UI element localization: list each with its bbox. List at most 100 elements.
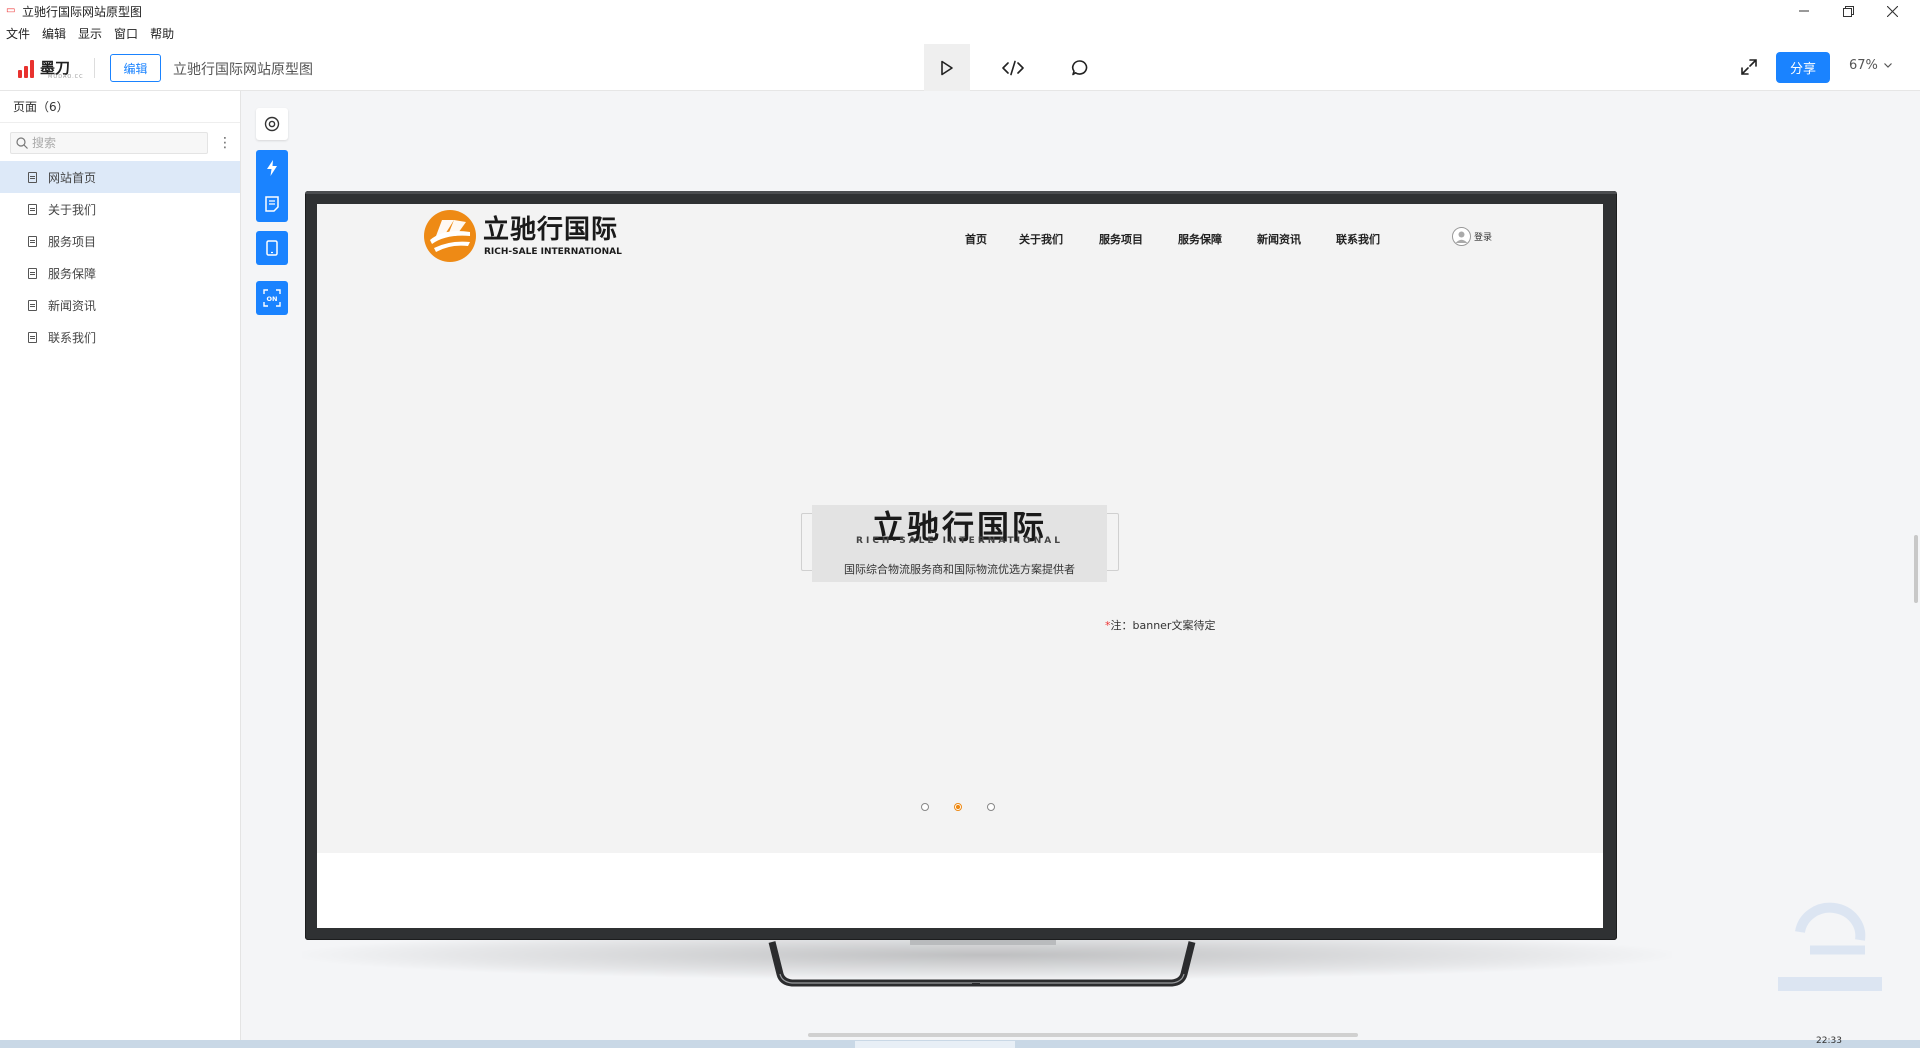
page-item-services[interactable]: 服务项目: [0, 225, 240, 257]
play-icon: [941, 60, 953, 75]
on-switch-icon: ON: [263, 289, 281, 307]
zoom-value: 67%: [1849, 58, 1878, 73]
left-tool-strip: ON: [256, 108, 288, 315]
nav-news[interactable]: 新闻资讯: [1257, 231, 1301, 247]
page-file-icon: [28, 267, 37, 279]
banner-title-en: RICH-SALE INTERNATIONAL: [856, 536, 1063, 546]
brand-name-en: RICH-SALE INTERNATIONAL: [484, 246, 622, 257]
minimize-button[interactable]: [1782, 0, 1826, 22]
more-options-icon[interactable]: ⋮: [218, 135, 232, 151]
carousel-dots: [921, 803, 1020, 811]
banner-note-text: 注：banner文案待定: [1110, 619, 1216, 632]
preview-play-button[interactable]: [924, 44, 970, 91]
login-label: 登录: [1474, 233, 1493, 243]
vertical-scrollbar[interactable]: [1914, 535, 1918, 603]
page-file-icon: [28, 203, 37, 215]
comment-icon: [1071, 59, 1088, 75]
toolbar-divider: [94, 58, 95, 78]
carousel-dot[interactable]: [987, 803, 995, 811]
carousel-dot[interactable]: [921, 803, 929, 811]
nav-contact[interactable]: 联系我们: [1336, 231, 1380, 247]
fullscreen-button[interactable]: [1738, 56, 1760, 78]
site-hero-banner: 立驰行国际 RICH-SALE INTERNATIONAL 首页 关于我们 服务…: [317, 204, 1603, 853]
search-input[interactable]: [32, 136, 202, 150]
user-avatar-icon: [1452, 227, 1471, 246]
window-title: 立驰行国际网站原型图: [22, 4, 143, 19]
comment-button[interactable]: [1057, 44, 1103, 91]
minimize-icon: [1799, 10, 1809, 12]
nav-home[interactable]: 首页: [965, 231, 987, 247]
page-file-icon: [28, 331, 37, 343]
share-button[interactable]: 分享: [1776, 52, 1830, 83]
phone-icon: [266, 240, 278, 256]
page-item-label: 网站首页: [48, 170, 97, 185]
menu-bar: 文件 编辑 显示 窗口 帮助: [0, 22, 1920, 44]
tool-group: [256, 150, 288, 222]
lightning-icon: [267, 160, 277, 176]
menu-window[interactable]: 窗口: [114, 25, 138, 42]
target-icon: [264, 116, 280, 132]
taskbar: 22:33: [0, 1036, 1920, 1048]
horizontal-scrollbar[interactable]: [808, 1033, 1358, 1037]
menu-file[interactable]: 文件: [6, 25, 30, 42]
note-icon: [265, 196, 279, 212]
pages-header: 页面（6）: [0, 91, 240, 123]
site-logo[interactable]: 立驰行国际 RICH-SALE INTERNATIONAL: [424, 210, 622, 262]
banner-note: *注：banner文案待定: [1105, 617, 1215, 633]
chevron-down-icon: [1883, 61, 1892, 71]
brand-logo-icon: [424, 210, 476, 262]
watermark-logo-icon: [1778, 902, 1882, 991]
taskbar-active-app[interactable]: [855, 1041, 1015, 1048]
page-item-label: 服务项目: [48, 234, 97, 249]
page-item-guarantee[interactable]: 服务保障: [0, 257, 240, 289]
page-file-icon: [28, 171, 37, 183]
close-window-button[interactable]: [1870, 0, 1914, 22]
page-file-icon: [28, 299, 37, 311]
login-link[interactable]: 登录: [1452, 227, 1492, 246]
locate-button[interactable]: [256, 108, 288, 140]
annotation-button[interactable]: [256, 186, 288, 222]
banner-description: 国际综合物流服务商和国际物流优选方案提供者: [844, 563, 1075, 576]
page-search-row: ⋮: [10, 131, 232, 155]
title-bar: ▭ 立驰行国际网站原型图: [0, 0, 1920, 22]
modao-logo[interactable]: 墨刀 MODAO.CC: [18, 55, 83, 81]
menu-view[interactable]: 显示: [78, 25, 102, 42]
restore-button[interactable]: [1826, 0, 1870, 22]
page-item-news[interactable]: 新闻资讯: [0, 289, 240, 321]
page-item-label: 联系我们: [48, 330, 97, 345]
page-item-label: 服务保障: [48, 266, 97, 281]
site-nav: 首页 关于我们 服务项目 服务保障 新闻资讯 联系我们: [965, 231, 1380, 247]
toggle-on-button[interactable]: ON: [256, 281, 288, 315]
restore-icon: [1842, 5, 1854, 17]
page-search-box[interactable]: [10, 132, 208, 154]
code-icon: [1002, 60, 1024, 75]
code-button[interactable]: [990, 44, 1036, 91]
page-item-home[interactable]: 网站首页: [0, 161, 240, 193]
expand-icon: [1741, 59, 1757, 75]
menu-help[interactable]: 帮助: [150, 25, 174, 42]
svg-text:ON: ON: [267, 295, 278, 303]
search-icon: [16, 137, 28, 149]
tv-screen: 立驰行国际 RICH-SALE INTERNATIONAL 首页 关于我们 服务…: [317, 204, 1603, 928]
zoom-select[interactable]: 67%: [1849, 58, 1892, 73]
page-item-contact[interactable]: 联系我们: [0, 321, 240, 353]
nav-guarantee[interactable]: 服务保障: [1178, 231, 1222, 247]
close-icon: [1886, 5, 1898, 17]
page-item-about[interactable]: 关于我们: [0, 193, 240, 225]
edit-button[interactable]: 编辑: [110, 54, 161, 82]
page-item-label: 关于我们: [48, 202, 97, 217]
document-title: 立驰行国际网站原型图: [173, 62, 313, 78]
nav-services[interactable]: 服务项目: [1099, 231, 1143, 247]
menu-edit[interactable]: 编辑: [42, 25, 66, 42]
carousel-dot-active[interactable]: [954, 803, 962, 811]
device-button[interactable]: [256, 231, 288, 265]
page-file-icon: [28, 235, 37, 247]
interaction-button[interactable]: [256, 150, 288, 186]
logo-mark-icon: [18, 58, 36, 78]
nav-about[interactable]: 关于我们: [1019, 231, 1063, 247]
pages-sidebar: 页面（6） ⋮ 网站首页 关于我们 服务项目 服务保障 新闻资讯: [0, 91, 241, 1048]
page-list: 网站首页 关于我们 服务项目 服务保障 新闻资讯 联系我们: [0, 161, 240, 353]
taskbar-clock: 22:33: [1816, 1036, 1842, 1046]
tv-stand: [768, 940, 1196, 987]
page-item-label: 新闻资讯: [48, 298, 97, 313]
